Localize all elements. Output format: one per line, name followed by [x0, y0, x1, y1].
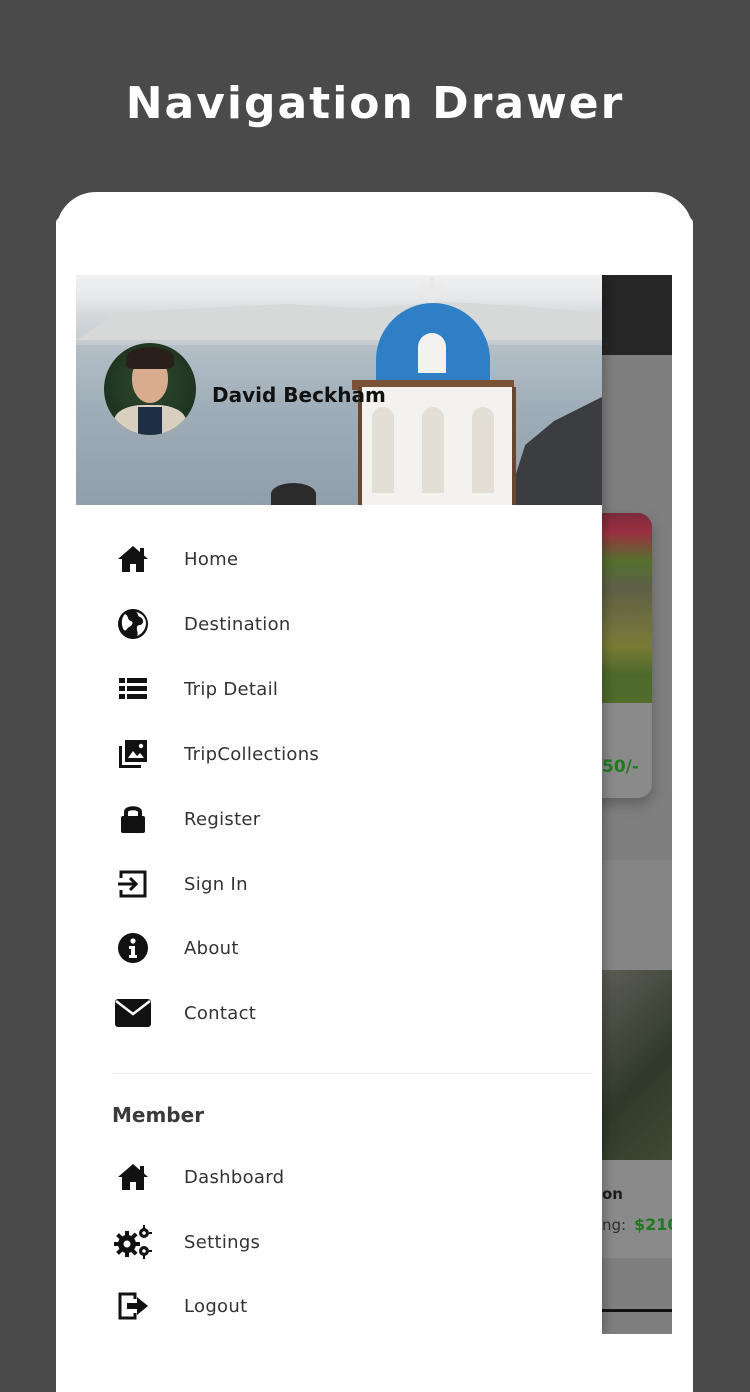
user-name[interactable]: David Beckham	[212, 383, 386, 407]
menu-item-settings[interactable]: Settings	[76, 1212, 602, 1272]
menu-label: About	[184, 937, 239, 959]
background-card-price-2: $210	[634, 1215, 672, 1234]
background-bottom-line	[602, 1309, 672, 1312]
navigation-drawer: David Beckham Home Destination Trip Deta…	[76, 275, 602, 1334]
church-cross-bar	[422, 285, 442, 290]
lock-icon	[114, 800, 152, 838]
menu-item-home[interactable]: Home	[76, 529, 602, 589]
header-cliffs	[76, 301, 602, 340]
menu-item-contact[interactable]: Contact	[76, 983, 602, 1043]
page-title: Navigation Drawer	[125, 78, 625, 129]
menu-item-logout[interactable]: Logout	[76, 1276, 602, 1334]
logout-icon	[114, 1287, 152, 1325]
header-rock-small	[271, 483, 316, 505]
gears-icon	[114, 1223, 152, 1261]
church-bell-arch	[418, 333, 446, 373]
background-card-title: on	[602, 1185, 623, 1203]
phone-top-curve	[56, 192, 693, 262]
menu-label: Sign In	[184, 873, 248, 895]
menu-label: Trip Detail	[184, 678, 279, 700]
menu-item-destination[interactable]: Destination	[76, 594, 602, 654]
menu-label: Logout	[184, 1295, 248, 1317]
background-card-price: 50/-	[602, 757, 639, 777]
menu-label: Settings	[184, 1231, 261, 1253]
globe-icon	[114, 605, 152, 643]
menu-item-register[interactable]: Register	[76, 789, 602, 849]
menu-item-trip-detail[interactable]: Trip Detail	[76, 659, 602, 719]
sign-in-icon	[114, 865, 152, 903]
menu-item-trip-collections[interactable]: TripCollections	[76, 724, 602, 784]
envelope-icon	[114, 994, 152, 1032]
home-icon	[114, 540, 152, 578]
menu-label: Destination	[184, 613, 291, 635]
menu-divider	[112, 1073, 592, 1074]
photo-library-icon	[114, 735, 152, 773]
menu-label: Dashboard	[184, 1166, 285, 1188]
background-card-label: ng:	[602, 1216, 627, 1234]
phone-screen: 50/- on ng: $210 David	[76, 275, 672, 1334]
menu-label: Home	[184, 548, 239, 570]
member-section-title: Member	[112, 1103, 205, 1127]
info-icon	[114, 929, 152, 967]
menu-label: Contact	[184, 1002, 257, 1024]
avatar-hair	[126, 347, 174, 369]
list-icon	[114, 670, 152, 708]
avatar-inner-shirt	[138, 407, 162, 435]
home-icon	[114, 1158, 152, 1196]
church-arch	[372, 407, 394, 493]
menu-label: TripCollections	[184, 743, 320, 765]
menu-item-about[interactable]: About	[76, 918, 602, 978]
avatar[interactable]	[104, 343, 196, 435]
menu-item-sign-in[interactable]: Sign In	[76, 854, 602, 914]
menu-item-dashboard[interactable]: Dashboard	[76, 1147, 602, 1207]
church-arch	[422, 407, 444, 493]
church-arch	[472, 407, 494, 493]
menu-label: Register	[184, 808, 261, 830]
drawer-header: David Beckham	[76, 275, 602, 505]
